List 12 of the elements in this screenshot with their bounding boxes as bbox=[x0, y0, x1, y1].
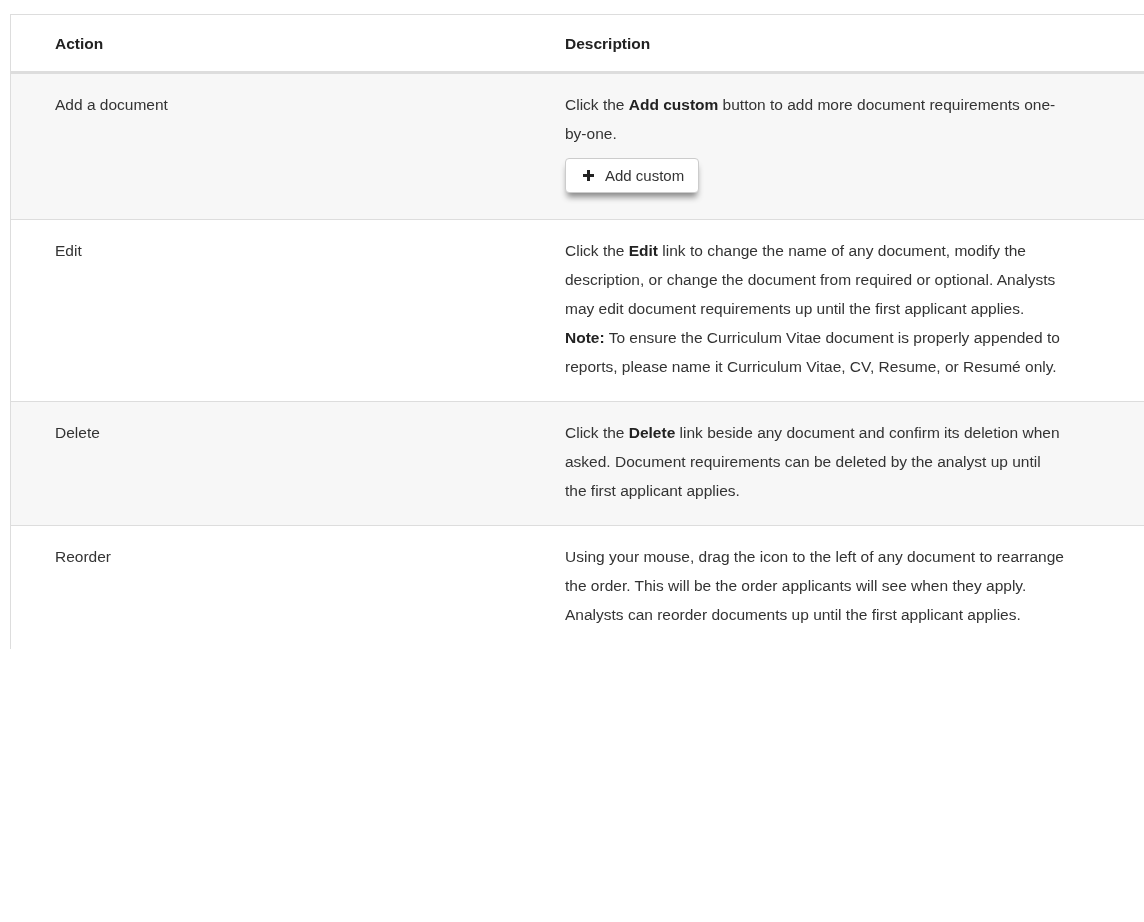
add-custom-button[interactable]: Add custom bbox=[565, 158, 700, 193]
column-header: Description bbox=[565, 34, 652, 54]
table-cell-text: Delete bbox=[54, 423, 101, 443]
column-header: Action bbox=[54, 34, 105, 54]
plus-icon bbox=[582, 169, 595, 182]
table-cell-text: Click the Edit link to change the name of any document, modify the description, or change the document from required or optional. Analysts may edit document requirements up until the first applicant applies. Note: To ensure the Curriculum Vitae document is properly appended to reports, please name it Curriculum Vitae, CV, Resume, or Resumé only. bbox=[565, 241, 1061, 377]
table-cell-text: Click the Delete link beside any document and confirm its deletion when asked. Document requirements can be deleted by the analyst up until the first applicant applies. bbox=[565, 423, 1061, 501]
table-cell-text: Edit bbox=[54, 241, 83, 261]
table-cell-text: Using your mouse, drag the icon to the left of any document to rearrange the order. This will be the order applicants will see when they apply. Analysts can reorder documents up until the first applicant applies. bbox=[565, 547, 1065, 625]
table-cell-text: Reorder bbox=[54, 547, 112, 567]
table-cell-text: Click the Add custom button to add more document requirements one-by-one. bbox=[565, 95, 1057, 144]
table-cell-text: Add a document bbox=[54, 95, 169, 115]
